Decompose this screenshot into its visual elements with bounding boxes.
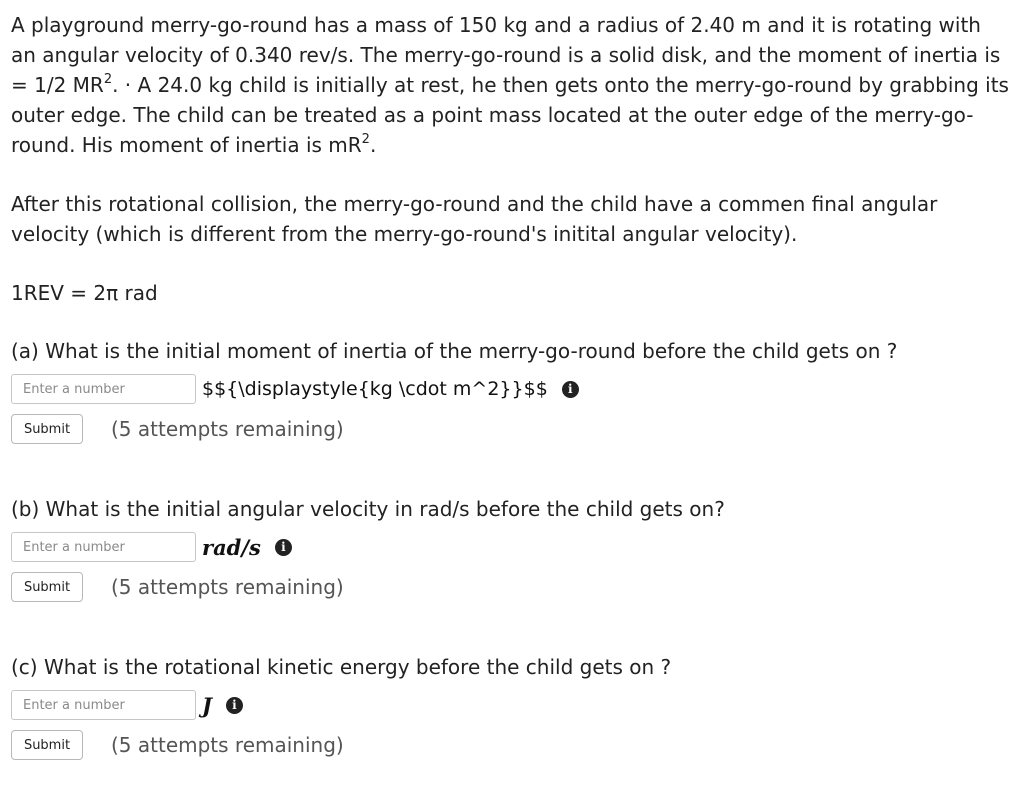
exponent: 2 [103,72,113,88]
attempts-remaining-b: (5 attempts remaining) [111,575,344,599]
answer-row-b: rad/s i [11,530,1011,564]
answer-input-c[interactable] [11,690,196,720]
collision-description: After this rotational collision, the mer… [11,192,938,246]
submit-button-c[interactable]: Submit [11,730,83,760]
unit-label-c: J [202,692,212,718]
question-a: (a) What is the initial moment of inerti… [11,336,1011,445]
attempts-remaining-c: (5 attempts remaining) [111,733,344,757]
problem-text-part2: . · A 24.0 kg child is initially at rest… [11,73,1009,157]
submit-button-a[interactable]: Submit [11,414,83,444]
exponent: 2 [361,132,370,148]
question-b-text: (b) What is the initial angular velocity… [11,497,725,521]
unit-label-a: $${\displaystyle{kg \cdot m^2}}$$ [202,378,548,400]
answer-input-a[interactable] [11,374,196,404]
answer-row-c: J i [11,688,1011,722]
conversion-note: 1REV = 2π rad [11,281,158,305]
unit-label-b: rad/s [202,534,261,560]
submit-row-a: Submit (5 attempts remaining) [11,413,1011,445]
problem-content: A playground merry-go-round has a mass o… [11,8,1011,761]
answer-row-a: $${\displaystyle{kg \cdot m^2}}$$ i [11,372,1011,406]
question-c-text: (c) What is the rotational kinetic energ… [11,655,672,679]
info-icon[interactable]: i [225,696,243,714]
question-c: (c) What is the rotational kinetic energ… [11,652,1011,761]
question-b: (b) What is the initial angular velocity… [11,494,1011,603]
submit-row-b: Submit (5 attempts remaining) [11,571,1011,603]
problem-statement: A playground merry-go-round has a mass o… [11,10,1011,160]
answer-input-b[interactable] [11,532,196,562]
problem-text-part3: . [369,133,377,157]
submit-row-c: Submit (5 attempts remaining) [11,729,1011,761]
submit-button-b[interactable]: Submit [11,572,83,602]
attempts-remaining-a: (5 attempts remaining) [111,417,344,441]
question-a-text: (a) What is the initial moment of inerti… [11,339,898,363]
info-icon[interactable]: i [274,538,292,556]
info-icon[interactable]: i [561,380,579,398]
